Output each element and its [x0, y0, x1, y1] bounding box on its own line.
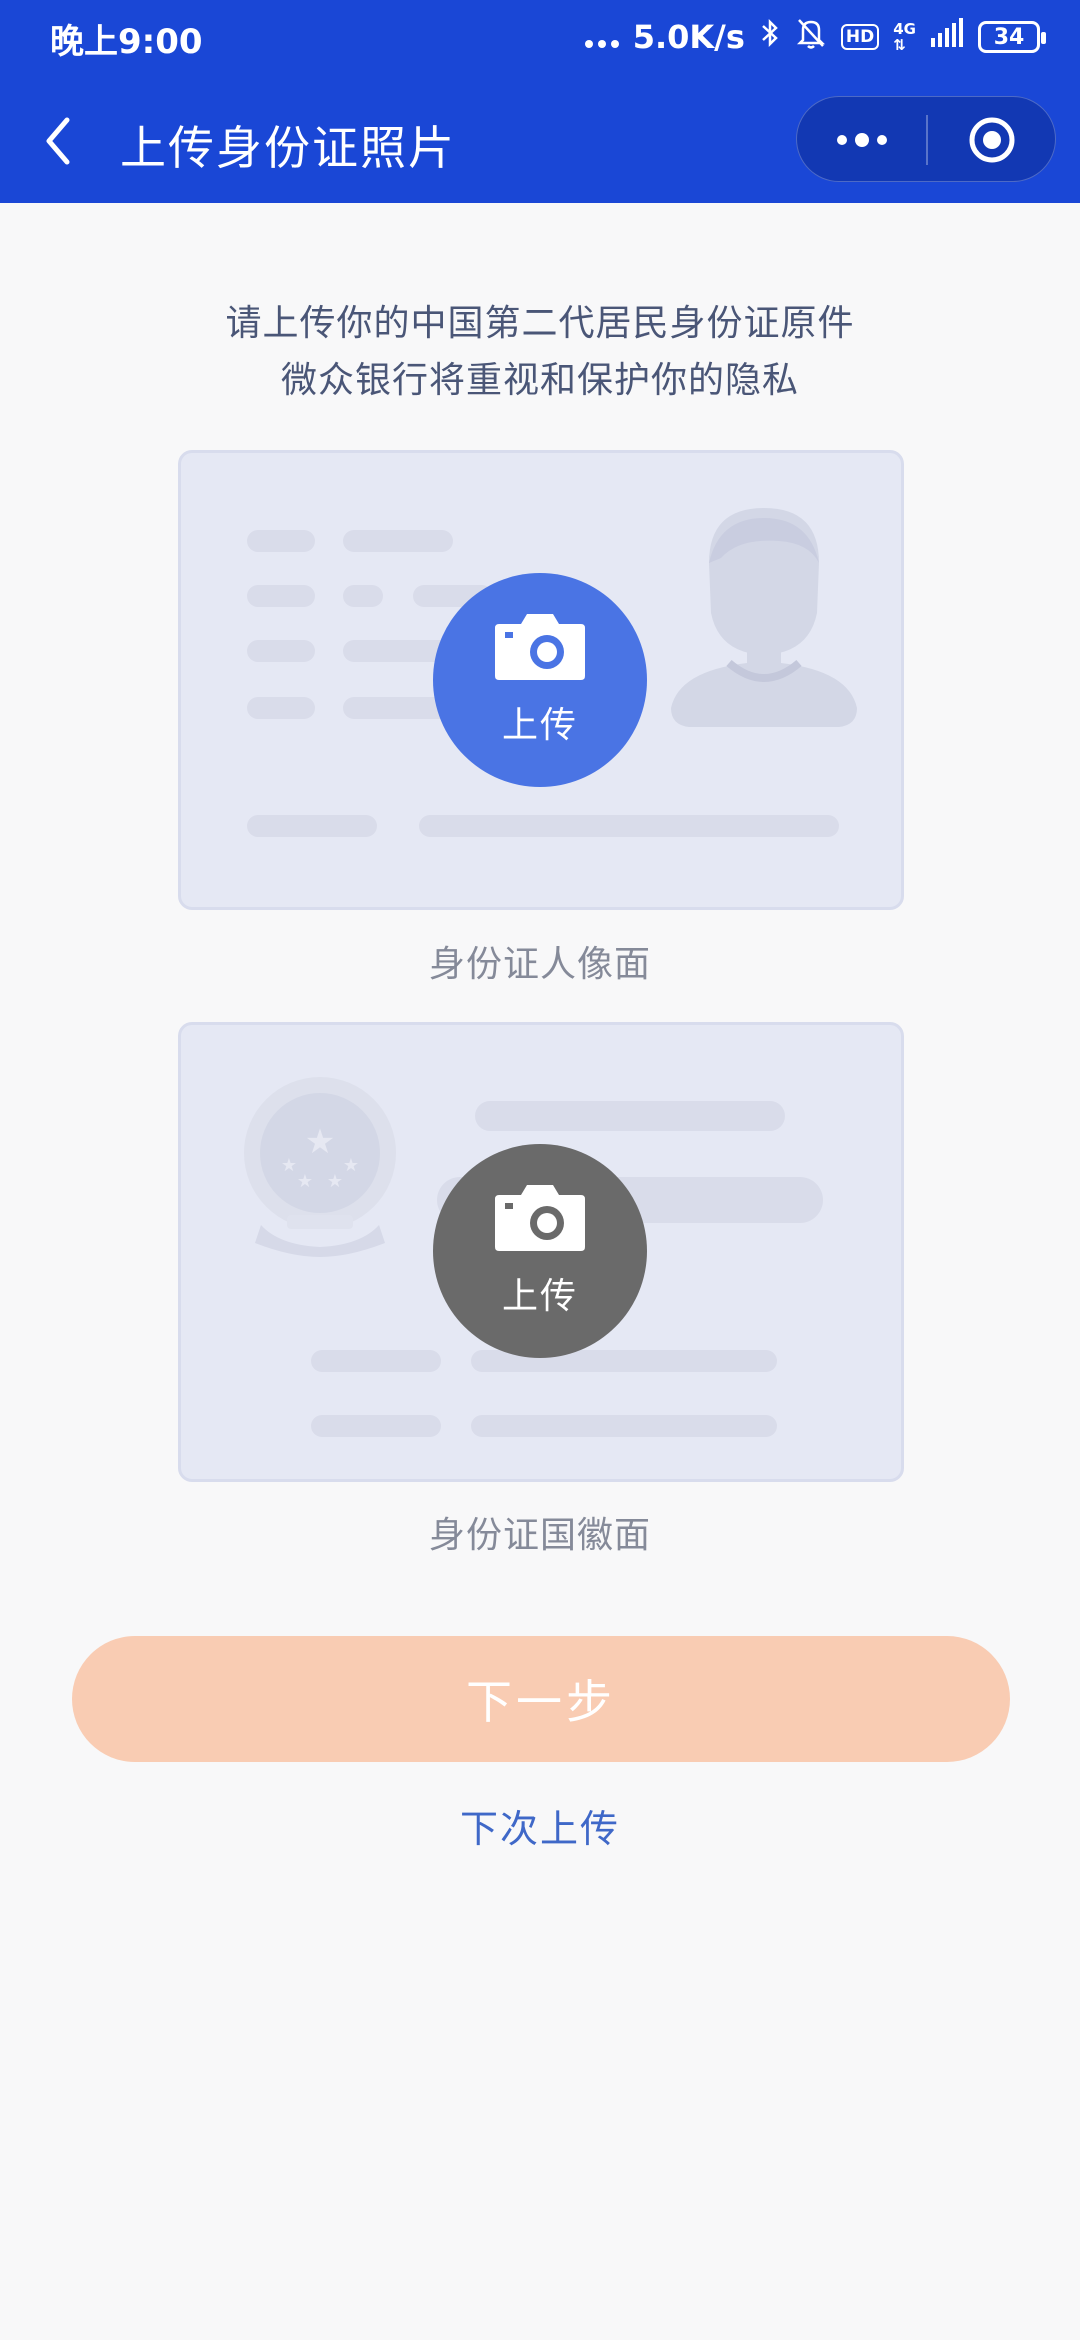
- next-step-button[interactable]: 下一步: [72, 1636, 1010, 1762]
- placeholder-line: [475, 1101, 785, 1131]
- svg-text:★: ★: [343, 1155, 359, 1176]
- placeholder-line: [247, 530, 315, 552]
- signal-icon: [930, 18, 964, 56]
- more-button[interactable]: [797, 97, 927, 183]
- placeholder-line: [247, 585, 315, 607]
- placeholder-line: [343, 530, 453, 552]
- upload-portrait-button[interactable]: 上传: [433, 573, 647, 787]
- battery-level: 34: [993, 24, 1025, 50]
- portrait-caption: 身份证人像面: [428, 944, 651, 985]
- placeholder-line: [311, 1415, 441, 1437]
- placeholder-line: [343, 585, 383, 607]
- svg-text:★: ★: [327, 1171, 343, 1192]
- back-button[interactable]: [28, 110, 88, 172]
- network-speed: 5.0K/s: [632, 18, 745, 56]
- camera-icon: [495, 614, 585, 680]
- mini-program-capsule: [796, 96, 1056, 182]
- emblem-caption: 身份证国徽面: [428, 1515, 651, 1556]
- nav-bar: 上传身份证照片: [0, 96, 1080, 186]
- status-icons: 5.0K/s HD 4G ⇅ 34: [584, 14, 1046, 60]
- chevron-left-icon: [46, 117, 70, 165]
- camera-icon: [495, 1185, 585, 1251]
- close-button[interactable]: [927, 97, 1057, 183]
- upload-emblem-button[interactable]: 上传: [433, 1144, 647, 1358]
- placeholder-line: [247, 697, 315, 719]
- placeholder-line: [471, 1415, 777, 1437]
- placeholder-line: [247, 640, 315, 662]
- mute-bell-icon: [795, 16, 827, 58]
- svg-text:★: ★: [297, 1171, 313, 1192]
- svg-text:★: ★: [305, 1122, 335, 1162]
- hd-badge: HD: [840, 24, 880, 50]
- national-emblem-icon: ★ ★ ★ ★ ★: [244, 1077, 396, 1257]
- upload-portrait-label: 上传: [501, 705, 578, 746]
- bluetooth-icon: [759, 17, 781, 57]
- status-time: 晚上9:00: [50, 22, 203, 62]
- more-dots-icon: [837, 135, 847, 145]
- upload-later-link[interactable]: 下次上传: [0, 1798, 1080, 1853]
- intro-line-1: 请上传你的中国第二代居民身份证原件: [225, 303, 855, 344]
- page-title: 上传身份证照片: [120, 121, 456, 175]
- status-bar: 晚上9:00 5.0K/s HD 4G ⇅ 34: [0, 0, 1080, 76]
- placeholder-line: [419, 815, 839, 837]
- top-header: 晚上9:00 5.0K/s HD 4G ⇅ 34 上传身份证照片: [0, 0, 1080, 203]
- intro-line-2: 微众银行将重视和保护你的隐私: [280, 360, 799, 401]
- target-circle-icon: [969, 117, 1015, 163]
- placeholder-line: [247, 815, 377, 837]
- battery-icon: 34: [978, 21, 1046, 53]
- placeholder-line: [311, 1350, 441, 1372]
- network-type: 4G ⇅: [893, 20, 916, 54]
- more-dots-icon: [584, 26, 619, 48]
- svg-text:★: ★: [281, 1155, 297, 1176]
- portrait-silhouette-icon: [671, 508, 857, 727]
- upload-emblem-label: 上传: [501, 1276, 578, 1317]
- intro-text: 请上传你的中国第二代居民身份证原件 微众银行将重视和保护你的隐私: [0, 295, 1080, 409]
